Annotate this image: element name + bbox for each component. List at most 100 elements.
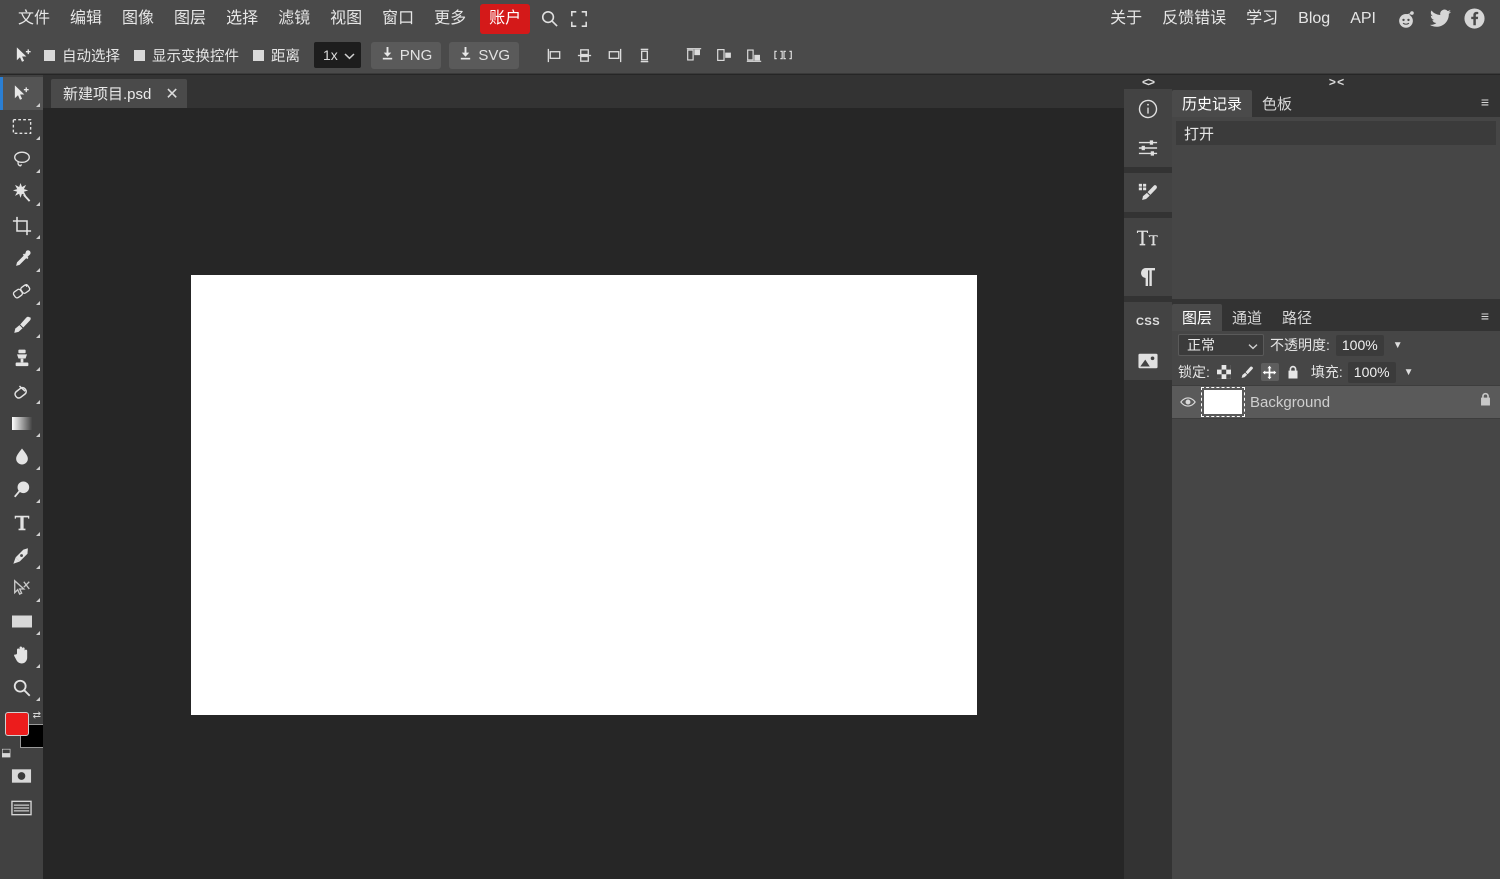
- quick-mask-toggle[interactable]: [0, 760, 43, 792]
- hand-tool[interactable]: [0, 638, 43, 671]
- brush-tool[interactable]: [0, 308, 43, 341]
- close-icon[interactable]: ✕: [165, 84, 178, 104]
- type-tool[interactable]: [0, 506, 43, 539]
- lock-position-icon[interactable]: [1260, 363, 1279, 381]
- blend-mode-select[interactable]: 正常: [1178, 334, 1264, 356]
- history-panel: 历史记录 色板 ≡ 打开: [1172, 89, 1500, 299]
- chevron-down-icon: [1248, 337, 1258, 353]
- fill-value[interactable]: 100%: [1347, 361, 1396, 383]
- blur-tool[interactable]: [0, 440, 43, 473]
- color-swatches[interactable]: ⇄ ⬓: [0, 710, 44, 760]
- document-tab-bar: 新建项目.psd ✕: [43, 75, 1124, 108]
- distribute-top-icon[interactable]: [681, 42, 707, 68]
- opacity-value[interactable]: 100%: [1335, 334, 1384, 356]
- align-top-icon[interactable]: [631, 42, 657, 68]
- canvas-area[interactable]: [43, 108, 1124, 879]
- artboard[interactable]: [191, 275, 977, 715]
- collapse-arrows-icon[interactable]: > <: [1172, 75, 1500, 89]
- show-transform-controls-checkbox[interactable]: 显示变换控件: [134, 45, 239, 66]
- swap-colors-icon[interactable]: ⇄: [33, 710, 41, 721]
- align-right-icon[interactable]: [601, 42, 627, 68]
- magic-wand-tool[interactable]: [0, 176, 43, 209]
- tool-corner-indicator: [36, 169, 40, 173]
- lock-icon[interactable]: [1479, 392, 1492, 412]
- menu-api[interactable]: API: [1340, 4, 1386, 34]
- twitter-icon[interactable]: [1426, 5, 1454, 33]
- menu-file[interactable]: 文件: [8, 4, 60, 34]
- auto-select-label: 自动选择: [62, 48, 120, 65]
- info-panel-icon[interactable]: [1124, 89, 1172, 128]
- layer-thumbnail[interactable]: [1201, 387, 1245, 417]
- panel-menu-icon[interactable]: ≡: [1476, 93, 1494, 111]
- screen-mode-toggle[interactable]: [0, 792, 43, 824]
- dodge-tool[interactable]: [0, 473, 43, 506]
- lock-transparent-pixels-icon[interactable]: [1215, 363, 1233, 381]
- tab-swatches[interactable]: 色板: [1252, 90, 1302, 117]
- lock-all-icon[interactable]: [1284, 363, 1302, 381]
- opacity-slider-toggle-icon[interactable]: ▼: [1393, 340, 1403, 351]
- tab-channels[interactable]: 通道: [1222, 304, 1272, 331]
- align-left-icon[interactable]: [541, 42, 567, 68]
- gradient-tool[interactable]: [0, 407, 43, 440]
- fill-slider-toggle-icon[interactable]: ▼: [1404, 367, 1414, 378]
- eye-icon[interactable]: [1180, 396, 1196, 408]
- account-button[interactable]: 账户: [480, 3, 531, 34]
- menu-about[interactable]: 关于: [1100, 4, 1152, 34]
- menu-more[interactable]: 更多: [424, 4, 476, 34]
- character-panel-icon[interactable]: [1124, 218, 1172, 257]
- document-tab[interactable]: 新建项目.psd ✕: [51, 79, 187, 108]
- lock-image-pixels-icon[interactable]: [1238, 363, 1256, 381]
- css-panel-icon[interactable]: CSS: [1124, 302, 1172, 341]
- move-tool[interactable]: [0, 77, 43, 110]
- distribute-spacing-icon[interactable]: [771, 42, 797, 68]
- layer-row[interactable]: Background: [1172, 385, 1500, 419]
- menu-edit[interactable]: 编辑: [60, 4, 112, 34]
- clone-stamp-tool[interactable]: [0, 341, 43, 374]
- pen-tool[interactable]: [0, 539, 43, 572]
- expand-arrows-icon[interactable]: <>: [1124, 75, 1172, 89]
- brush-settings-panel-icon[interactable]: [1124, 173, 1172, 212]
- export-svg-button[interactable]: SVG: [449, 41, 519, 69]
- export-png-button[interactable]: PNG: [370, 41, 442, 69]
- paragraph-panel-icon[interactable]: [1124, 257, 1172, 296]
- distance-checkbox[interactable]: 距离: [253, 45, 300, 66]
- distribute-middle-icon[interactable]: [711, 42, 737, 68]
- reset-colors-icon[interactable]: ⬓: [1, 746, 11, 759]
- marquee-tool[interactable]: [0, 110, 43, 143]
- menu-select[interactable]: 选择: [216, 4, 268, 34]
- path-select-tool[interactable]: [0, 572, 43, 605]
- reddit-icon[interactable]: [1392, 5, 1420, 33]
- search-icon[interactable]: [534, 5, 564, 33]
- panel-menu-icon[interactable]: ≡: [1476, 307, 1494, 325]
- tool-corner-indicator: [36, 532, 40, 536]
- align-center-horizontal-icon[interactable]: [571, 42, 597, 68]
- patch-tool[interactable]: [0, 275, 43, 308]
- auto-select-checkbox[interactable]: 自动选择: [44, 45, 120, 66]
- crop-tool[interactable]: [0, 209, 43, 242]
- eyedropper-tool[interactable]: [0, 242, 43, 275]
- lasso-tool[interactable]: [0, 143, 43, 176]
- tab-paths[interactable]: 路径: [1272, 304, 1322, 331]
- shape-tool[interactable]: [0, 605, 43, 638]
- menu-layer[interactable]: 图层: [164, 4, 216, 34]
- menu-view[interactable]: 视图: [320, 4, 372, 34]
- menu-blog[interactable]: Blog: [1288, 4, 1340, 34]
- facebook-icon[interactable]: [1460, 5, 1488, 33]
- adjustments-panel-icon[interactable]: [1124, 128, 1172, 167]
- menu-learn[interactable]: 学习: [1236, 4, 1288, 34]
- foreground-color-swatch[interactable]: [5, 712, 29, 736]
- distribute-bottom-icon[interactable]: [741, 42, 767, 68]
- tab-history[interactable]: 历史记录: [1172, 90, 1253, 117]
- zoom-tool[interactable]: [0, 671, 43, 704]
- menu-filter[interactable]: 滤镜: [268, 4, 320, 34]
- blend-opacity-row: 正常 不透明度: 100% ▼: [1172, 331, 1500, 359]
- image-panel-icon[interactable]: [1124, 341, 1172, 380]
- zoom-level-select[interactable]: 1x: [314, 42, 361, 68]
- eraser-tool[interactable]: [0, 374, 43, 407]
- fullscreen-icon[interactable]: [564, 5, 594, 33]
- history-item-open[interactable]: 打开: [1176, 121, 1496, 145]
- tab-layers[interactable]: 图层: [1172, 304, 1223, 331]
- menu-image[interactable]: 图像: [112, 4, 164, 34]
- menu-report-bug[interactable]: 反馈错误: [1152, 4, 1236, 34]
- menu-window[interactable]: 窗口: [372, 4, 424, 34]
